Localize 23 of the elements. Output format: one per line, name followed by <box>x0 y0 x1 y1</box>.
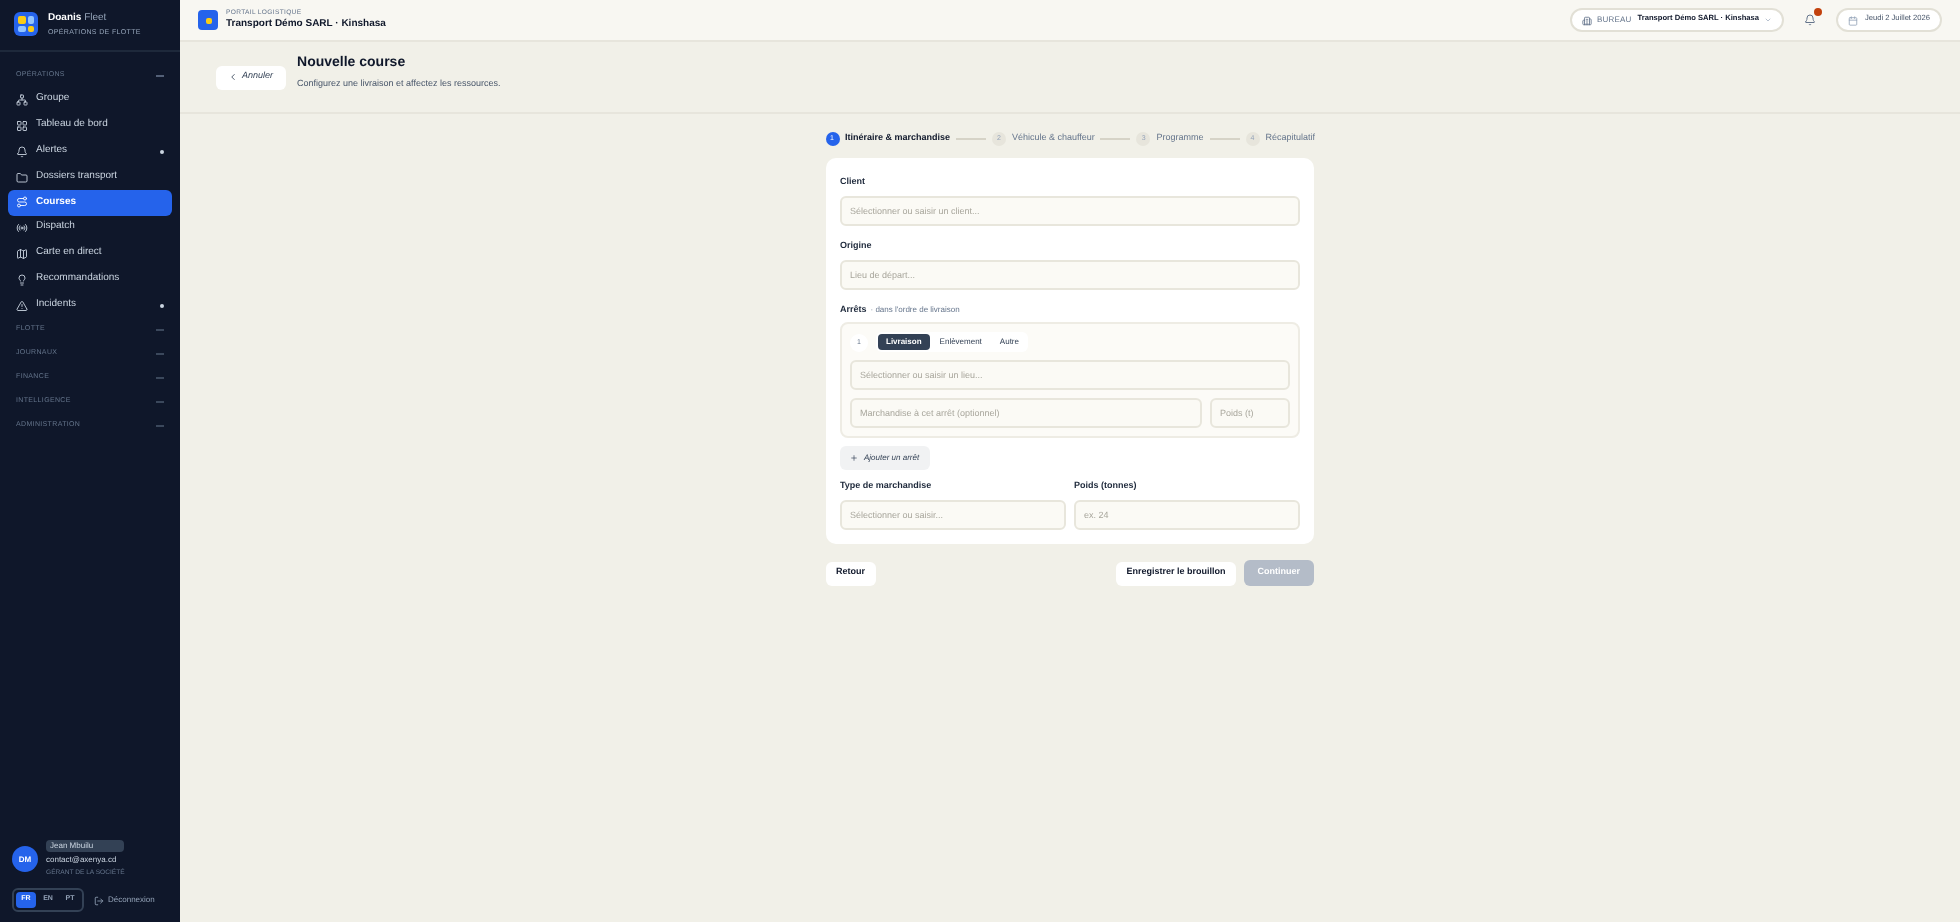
building-icon <box>1581 15 1591 25</box>
chevron-left-icon <box>228 72 238 82</box>
folder-icon <box>16 171 28 184</box>
calendar-icon <box>1848 15 1859 25</box>
lightbulb-icon <box>16 273 28 286</box>
map-icon <box>16 247 28 260</box>
expand-icon <box>156 327 164 332</box>
expand-icon <box>156 375 164 380</box>
bell-icon <box>16 145 28 158</box>
expand-icon <box>156 423 164 428</box>
network-icon <box>16 94 28 107</box>
expand-icon <box>156 399 164 404</box>
bell-icon <box>1804 14 1817 26</box>
logo-icon <box>14 12 38 37</box>
expand-icon <box>156 351 164 356</box>
radio-icon <box>16 222 28 235</box>
grid-icon <box>16 119 28 132</box>
plus-icon <box>850 454 858 463</box>
collapse-icon <box>156 73 164 78</box>
route-icon <box>16 196 28 209</box>
portal-logo-icon <box>198 10 218 30</box>
warning-icon <box>16 299 28 312</box>
logout-icon <box>94 895 104 905</box>
